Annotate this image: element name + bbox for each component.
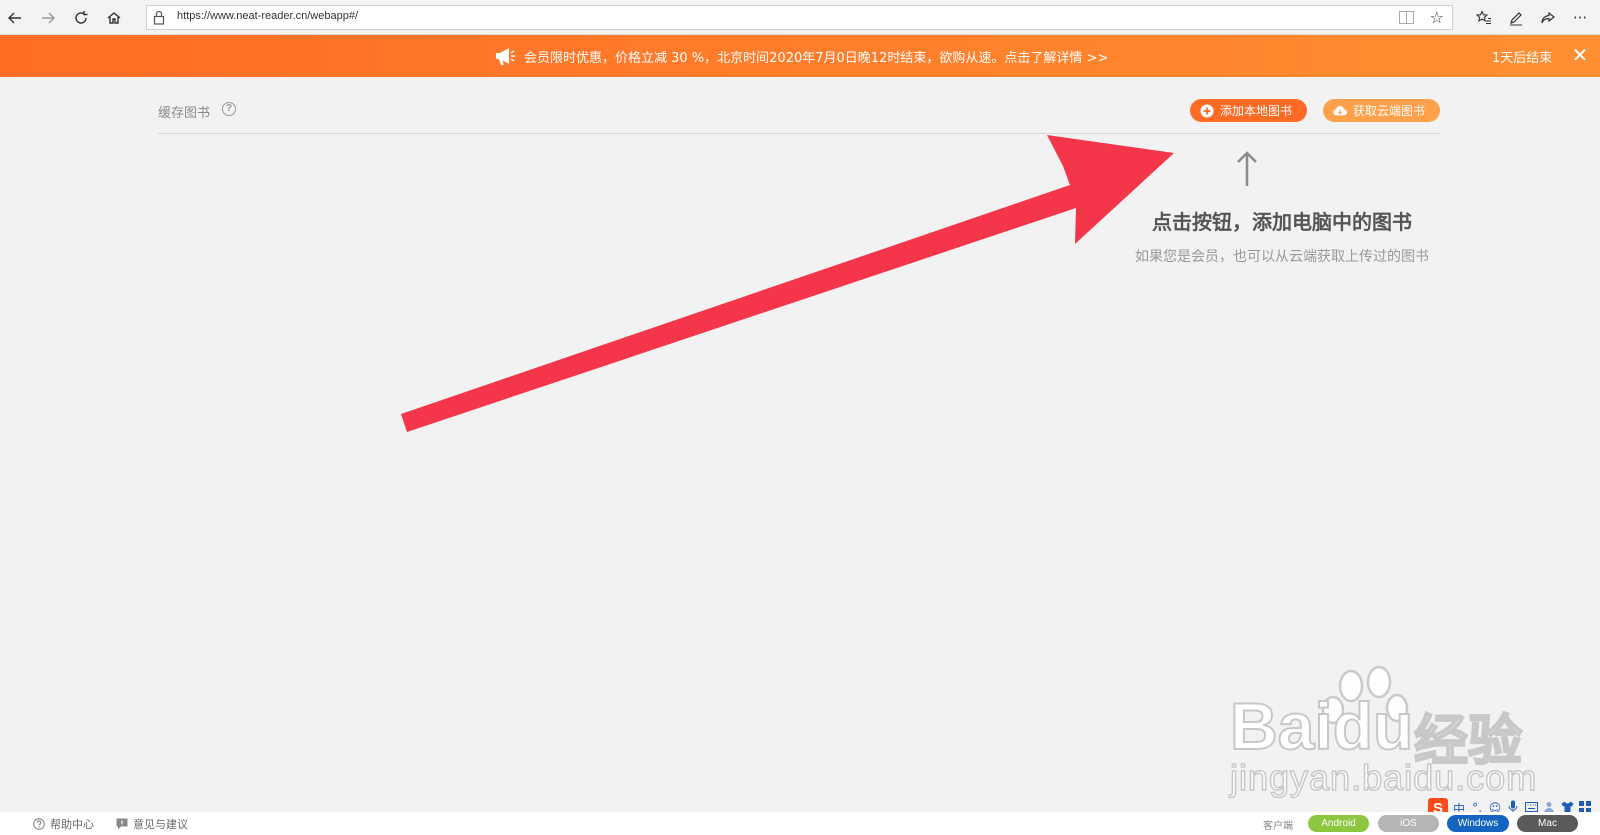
up-arrow-icon [1237,151,1257,186]
megaphone-icon [496,48,515,65]
reading-view-icon[interactable] [1399,11,1414,24]
feedback-icon [116,818,128,830]
favorite-star-icon[interactable]: ☆ [1430,8,1444,27]
watermark-domain: jingyan.baidu.com [1229,756,1538,799]
add-local-book-label: 添加本地图书 [1220,104,1293,118]
promo-countdown: 1天后结束 [1492,51,1553,66]
share-icon[interactable] [1536,6,1560,30]
promo-text[interactable]: 会员限时优惠，价格立减 30 %，北京时间2020年7月0日晚12时结束，欲购从… [524,47,1108,66]
question-circle-icon [33,818,45,830]
url-text[interactable]: https://www.neat-reader.cn/webapp#/ [177,10,358,22]
more-icon[interactable]: ··· [1568,6,1592,30]
client-label: 客户端 [1263,821,1293,832]
watermark-brand: Baidu [1229,688,1414,764]
back-icon[interactable] [3,6,27,30]
refresh-icon[interactable] [69,6,93,30]
close-icon[interactable]: ✕ [1570,43,1590,67]
help-center-link[interactable]: 帮助中心 [33,816,94,832]
header-divider [158,133,1440,134]
plus-circle-icon [1200,104,1214,117]
forward-icon[interactable] [36,6,60,30]
get-cloud-book-label: 获取云端图书 [1353,104,1426,118]
feedback-link[interactable]: 意见与建议 [116,816,188,832]
favorites-hub-icon[interactable] [1472,6,1496,30]
empty-state-title: 点击按钮，添加电脑中的图书 [1152,210,1412,234]
empty-state-subtitle: 如果您是会员，也可以从云端获取上传过的图书 [1135,249,1429,265]
get-cloud-book-button[interactable]: 获取云端图书 [1323,99,1440,122]
lock-icon [153,10,165,25]
help-center-label: 帮助中心 [50,818,94,831]
browser-toolbar: https://www.neat-reader.cn/webapp#/ ☆ ··… [0,0,1600,35]
ios-client-button[interactable]: iOS [1378,815,1439,832]
mac-client-button[interactable]: Mac [1517,815,1578,832]
feedback-label: 意见与建议 [133,818,188,831]
windows-client-button[interactable]: Windows [1447,815,1509,832]
cloud-download-icon [1333,105,1347,115]
page-title: 缓存图书 [158,106,211,121]
pen-icon[interactable] [1504,6,1528,30]
help-icon[interactable]: ? [222,102,236,116]
address-bar[interactable]: https://www.neat-reader.cn/webapp#/ ☆ [146,5,1453,30]
add-local-book-button[interactable]: 添加本地图书 [1190,99,1307,122]
home-icon[interactable] [102,6,126,30]
android-client-button[interactable]: Android [1308,815,1369,832]
footer: 帮助中心 意见与建议 客户端 Android iOS Windows Mac [0,812,1600,835]
promo-banner[interactable]: 会员限时优惠，价格立减 30 %，北京时间2020年7月0日晚12时结束，欲购从… [0,35,1600,77]
